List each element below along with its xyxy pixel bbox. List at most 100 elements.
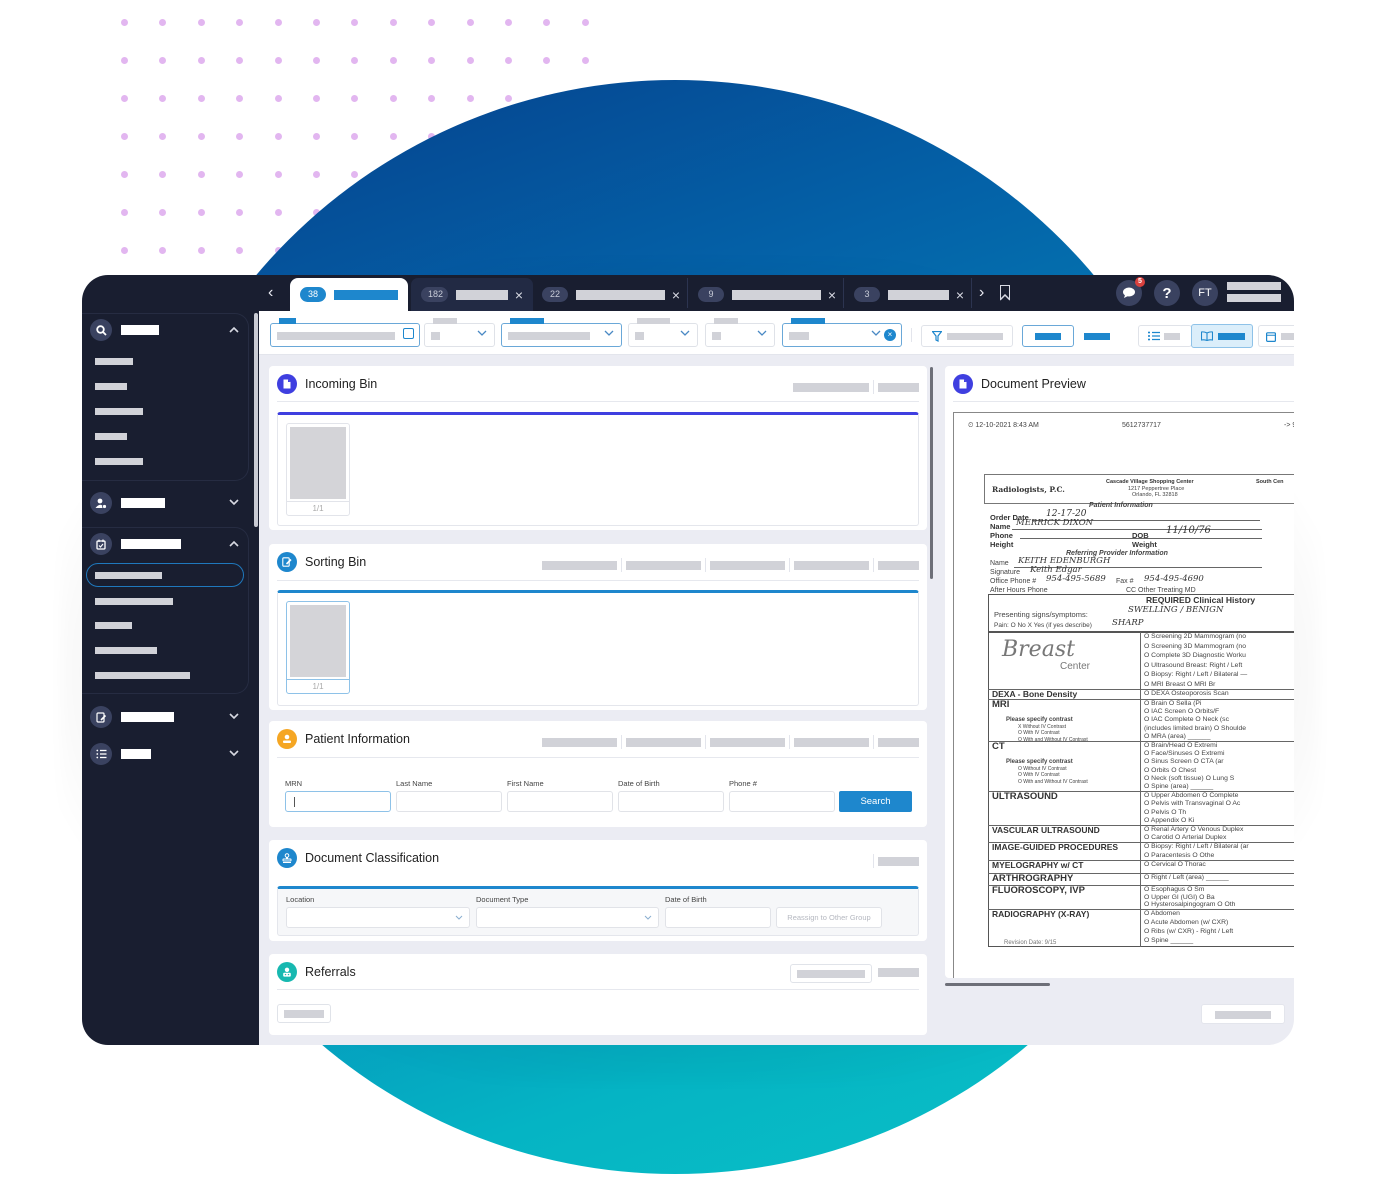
filter-dropdown-5[interactable]: ×	[782, 318, 902, 347]
classification-dob-input[interactable]	[665, 907, 771, 928]
filter-dropdown-3[interactable]	[628, 318, 698, 347]
panel-action-placeholder[interactable]	[794, 737, 869, 747]
sidebar-group-worklist-header[interactable]	[90, 532, 245, 556]
tab-scroll-right-icon[interactable]: ›	[979, 284, 984, 302]
contrast-option: O Without IV Contrast	[1018, 765, 1067, 772]
sidebar-item[interactable]	[95, 572, 162, 579]
tab-queue-2[interactable]: 182 ×	[411, 278, 533, 311]
sidebar-item[interactable]	[95, 433, 127, 440]
decorative-dot	[389, 19, 397, 26]
panel-action-placeholder[interactable]	[878, 560, 919, 570]
tab-queue-5[interactable]: 3 ×	[844, 278, 974, 311]
phone-input[interactable]	[729, 791, 835, 812]
filter-dropdown-2[interactable]	[501, 318, 622, 347]
location-select[interactable]	[286, 907, 470, 928]
panel-actions	[793, 380, 919, 394]
sidebar-scrollbar[interactable]	[254, 313, 258, 527]
decorative-dot	[197, 95, 205, 102]
panel-action-placeholder[interactable]	[626, 737, 701, 747]
user-avatar[interactable]: FT	[1192, 280, 1218, 306]
document-thumbnail-selected[interactable]: 1/1	[286, 601, 350, 694]
clear-filter-icon[interactable]: ×	[884, 329, 896, 341]
tab-queue-1[interactable]: 38	[290, 278, 408, 311]
bookmark-icon[interactable]	[999, 285, 1010, 301]
add-referral-button[interactable]	[277, 1004, 331, 1023]
panel-action-placeholder[interactable]	[626, 560, 701, 570]
panel-action-placeholder[interactable]	[542, 737, 617, 747]
date-of-birth-input[interactable]	[618, 791, 724, 812]
panel-actions	[869, 854, 919, 868]
decorative-dot	[466, 57, 474, 64]
action-link[interactable]	[1084, 333, 1110, 340]
sidebar-group-tasks-header[interactable]	[90, 491, 245, 515]
preview-horizontal-scrollbar[interactable]	[945, 983, 1050, 986]
view-list-button[interactable]	[1138, 325, 1192, 347]
document-type-select[interactable]	[476, 907, 659, 928]
order-option: O Screening 3D Mammogram (no	[1144, 642, 1246, 650]
sidebar-group-search-header[interactable]	[90, 318, 245, 342]
referrals-action-link[interactable]	[878, 968, 919, 977]
tab-queue-4[interactable]: 9 ×	[688, 278, 846, 311]
action-button-outlined[interactable]	[1022, 325, 1074, 347]
sidebar-item[interactable]	[95, 458, 143, 465]
sidebar-item[interactable]	[95, 672, 190, 679]
sidebar-item[interactable]	[95, 647, 157, 654]
document-icon	[953, 374, 973, 394]
decorative-dot	[274, 95, 282, 102]
calendar-icon[interactable]	[403, 328, 414, 339]
sidebar-item[interactable]	[95, 358, 133, 365]
mrn-input[interactable]	[285, 791, 391, 812]
panel-action-placeholder[interactable]	[793, 382, 869, 392]
order-option: O Biopsy: Right / Left / Bilateral (ar	[1144, 843, 1249, 850]
patient-information-panel: Patient Information MRN Last Name First …	[269, 721, 927, 827]
sidebar-item[interactable]	[95, 383, 127, 390]
preview-footer-button[interactable]	[1201, 1004, 1285, 1024]
help-button[interactable]: ?	[1154, 280, 1180, 306]
sidebar-item[interactable]	[95, 408, 143, 415]
divider	[911, 328, 912, 342]
view-book-button[interactable]	[1191, 324, 1253, 348]
sidebar-group-checklist-header[interactable]	[90, 742, 245, 766]
decorative-dot	[274, 19, 282, 26]
tab-close-icon[interactable]: ×	[672, 288, 680, 302]
panel-action-placeholder[interactable]	[710, 737, 785, 747]
user-name-placeholder[interactable]	[1227, 282, 1281, 306]
tab-queue-3[interactable]: 22 ×	[532, 278, 690, 311]
thumbnail-image	[290, 427, 346, 499]
last-name-input[interactable]	[396, 791, 502, 812]
chat-button[interactable]: 5	[1116, 277, 1145, 306]
referrals-action-button[interactable]	[790, 964, 872, 983]
tab-label-placeholder	[888, 289, 949, 300]
view-calendar-button[interactable]	[1258, 325, 1294, 347]
tab-close-icon[interactable]: ×	[828, 288, 836, 302]
form-label: Presenting signs/symptoms:	[994, 610, 1088, 619]
tab-scroll-left-icon[interactable]: ‹	[268, 284, 273, 302]
first-name-input[interactable]	[507, 791, 613, 812]
filter-dropdown-1[interactable]	[424, 318, 495, 347]
date-range-filter[interactable]	[270, 318, 420, 347]
panel-action-placeholder[interactable]	[878, 737, 919, 747]
sidebar-item[interactable]	[95, 622, 132, 629]
filter-dropdown-4[interactable]	[705, 318, 775, 347]
decorative-dot	[505, 19, 512, 26]
sidebar-group-documents-header[interactable]	[90, 705, 245, 729]
document-thumbnail[interactable]: 1/1	[286, 423, 350, 516]
search-button[interactable]: Search	[839, 791, 912, 812]
tab-close-icon[interactable]: ×	[956, 288, 964, 302]
order-option: O Ultrasound Breast: Right / Left	[1144, 661, 1243, 669]
reassign-button[interactable]: Reassign to Other Group	[776, 907, 882, 928]
main-panel-scrollbar[interactable]	[930, 367, 933, 579]
contrast-option: Please specify contrast	[1006, 759, 1073, 765]
decorative-dot	[159, 247, 167, 254]
panel-action-placeholder[interactable]	[878, 382, 919, 392]
panel-action-placeholder[interactable]	[794, 560, 869, 570]
form-label: Name	[990, 522, 1011, 531]
tab-close-icon[interactable]: ×	[515, 288, 523, 302]
sidebar-item[interactable]	[95, 598, 173, 605]
revision-date: Revision Date: 9/15	[1004, 940, 1057, 946]
filters-button[interactable]	[921, 325, 1013, 347]
decorative-dot	[313, 57, 320, 64]
panel-action-placeholder[interactable]	[878, 856, 919, 866]
panel-action-placeholder[interactable]	[710, 560, 785, 570]
panel-action-placeholder[interactable]	[542, 560, 617, 570]
